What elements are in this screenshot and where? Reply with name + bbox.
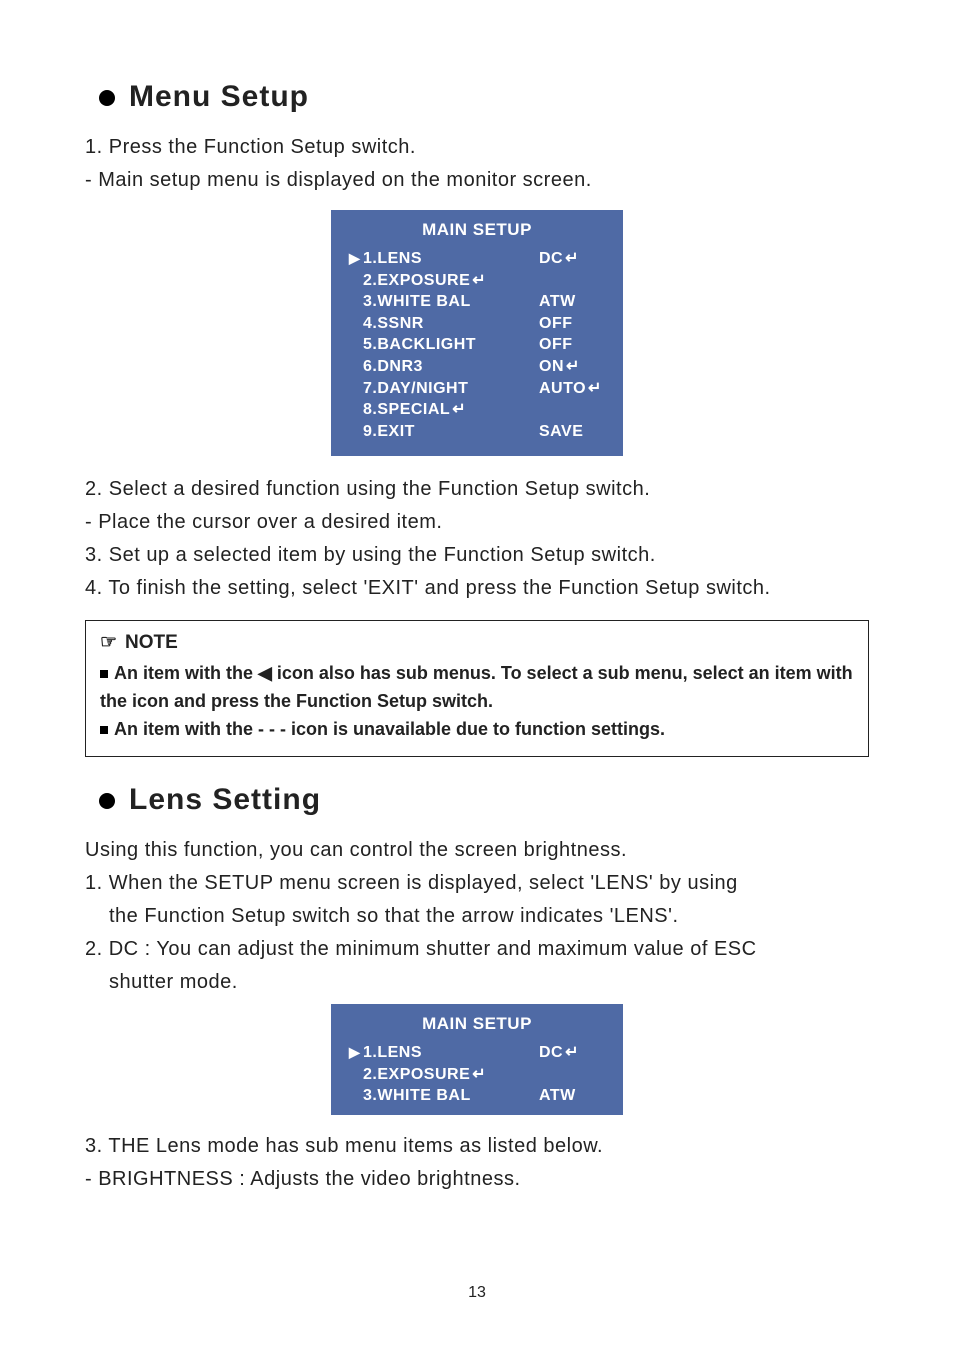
osd-row: 6.DNR3ON ↵ [349, 356, 605, 378]
step-3: 3. Set up a selected item by using the F… [85, 540, 869, 571]
osd-row: ▶1.LENSDC ↵ [349, 1042, 605, 1064]
enter-icon: ↵ [565, 248, 579, 270]
note-line-2-text: An item with the - - - icon is unavailab… [114, 719, 665, 739]
osd-value: ATW [539, 1085, 605, 1107]
osd-label: 9.EXIT [363, 421, 539, 443]
osd-value: DC ↵ [539, 248, 605, 270]
enter-icon: ↵ [472, 270, 486, 292]
enter-icon: ↵ [565, 1042, 579, 1064]
enter-icon: ↵ [588, 378, 602, 400]
lens-step-2b: shutter mode. [85, 967, 869, 998]
osd-label: 3.WHITE BAL [363, 1085, 539, 1107]
note-line-2: An item with the - - - icon is unavailab… [100, 716, 854, 744]
bullet-icon [99, 90, 115, 106]
osd-main-setup-1: MAIN SETUP ▶1.LENSDC ↵2.EXPOSURE ↵3.WHIT… [331, 210, 623, 456]
osd-label: 2.EXPOSURE ↵ [363, 1064, 539, 1086]
osd-label: 2.EXPOSURE ↵ [363, 270, 539, 292]
heading-text: Lens Setting [129, 783, 321, 817]
osd-value: DC ↵ [539, 1042, 605, 1064]
osd-rows: ▶1.LENSDC ↵2.EXPOSURE ↵3.WHITE BALATW4.S… [349, 248, 605, 442]
step-2: 2. Select a desired function using the F… [85, 474, 869, 505]
osd-label: 1.LENS [363, 1042, 539, 1064]
heading-text: Menu Setup [129, 80, 309, 114]
osd-value: OFF [539, 334, 605, 356]
osd-row: 2.EXPOSURE ↵ [349, 270, 605, 292]
osd-label: 1.LENS [363, 248, 539, 270]
document-page: Menu Setup 1. Press the Function Setup s… [0, 0, 954, 1350]
heading-menu-setup: Menu Setup [85, 80, 869, 114]
enter-icon: ↵ [566, 356, 580, 378]
cursor-icon: ▶ [349, 1043, 363, 1062]
step-1-sub: - Main setup menu is displayed on the mo… [85, 165, 869, 196]
step-1: 1. Press the Function Setup switch. [85, 132, 869, 163]
osd-label: 5.BACKLIGHT [363, 334, 539, 356]
lens-step-4: - BRIGHTNESS : Adjusts the video brightn… [85, 1164, 869, 1195]
osd-title: MAIN SETUP [349, 220, 605, 240]
osd-row: 3.WHITE BALATW [349, 291, 605, 313]
osd-main-setup-2: MAIN SETUP ▶1.LENSDC ↵2.EXPOSURE ↵3.WHIT… [331, 1004, 623, 1115]
osd-row: ▶1.LENSDC ↵ [349, 248, 605, 270]
enter-icon: ↵ [472, 1064, 486, 1086]
step-4: 4. To finish the setting, select 'EXIT' … [85, 573, 869, 604]
bullet-icon [99, 793, 115, 809]
heading-lens-setting: Lens Setting [85, 783, 869, 817]
osd-value: ON ↵ [539, 356, 605, 378]
lens-intro: Using this function, you can control the… [85, 835, 869, 866]
note-title: ☞ NOTE [100, 631, 854, 654]
note-title-text: NOTE [125, 632, 178, 654]
lens-step-1a: 1. When the SETUP menu screen is display… [85, 868, 869, 899]
enter-icon: ↵ [452, 399, 466, 421]
osd-rows: ▶1.LENSDC ↵2.EXPOSURE ↵3.WHITE BALATW [349, 1042, 605, 1107]
lens-step-3: 3. THE Lens mode has sub menu items as l… [85, 1131, 869, 1162]
lens-step-1b: the Function Setup switch so that the ar… [85, 901, 869, 932]
hand-icon: ☞ [100, 631, 117, 654]
osd-row: 5.BACKLIGHTOFF [349, 334, 605, 356]
cursor-icon: ▶ [349, 249, 363, 268]
step-2-sub: - Place the cursor over a desired item. [85, 507, 869, 538]
osd-row: 4.SSNROFF [349, 313, 605, 335]
osd-value: AUTO ↵ [539, 378, 605, 400]
osd-row: 2.EXPOSURE ↵ [349, 1064, 605, 1086]
osd-label: 3.WHITE BAL [363, 291, 539, 313]
osd-label: 8.SPECIAL ↵ [363, 399, 539, 421]
osd-title: MAIN SETUP [349, 1014, 605, 1034]
osd-row: 8.SPECIAL ↵ [349, 399, 605, 421]
osd-value: ATW [539, 291, 605, 313]
osd-label: 6.DNR3 [363, 356, 539, 378]
osd-value: OFF [539, 313, 605, 335]
osd-row: 9.EXITSAVE [349, 421, 605, 443]
note-line-1: An item with the ◀ icon also has sub men… [100, 660, 854, 716]
left-arrow-icon: ◀ [258, 663, 272, 683]
note-line-1-pre: An item with the [114, 663, 258, 683]
osd-value: SAVE [539, 421, 605, 443]
page-number: 13 [0, 1284, 954, 1302]
osd-row: 3.WHITE BALATW [349, 1085, 605, 1107]
lens-step-2a: 2. DC : You can adjust the minimum shutt… [85, 934, 869, 965]
osd-row: 7.DAY/NIGHTAUTO ↵ [349, 378, 605, 400]
square-bullet-icon [100, 726, 108, 734]
square-bullet-icon [100, 670, 108, 678]
note-box: ☞ NOTE An item with the ◀ icon also has … [85, 620, 869, 757]
osd-label: 7.DAY/NIGHT [363, 378, 539, 400]
osd-label: 4.SSNR [363, 313, 539, 335]
